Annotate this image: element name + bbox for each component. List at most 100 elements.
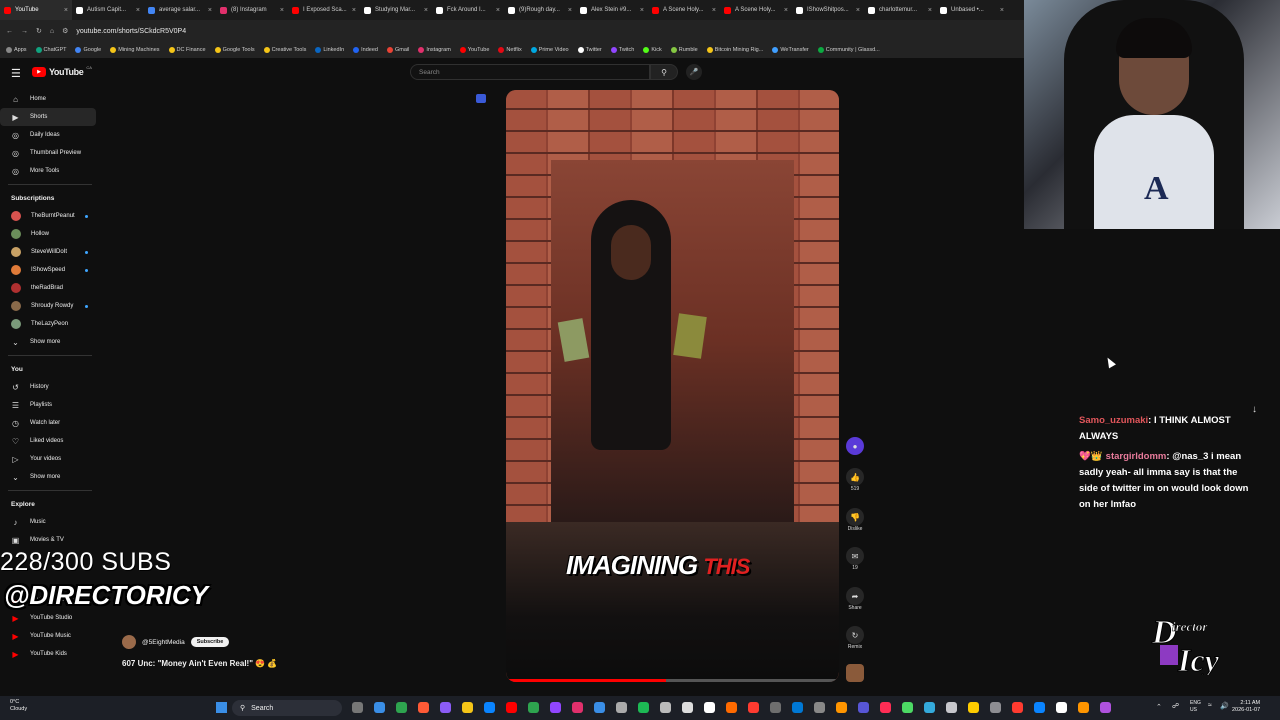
windows-start-icon[interactable] <box>216 702 227 713</box>
bookmark-item[interactable]: Netflix <box>498 47 522 53</box>
sidebar-item[interactable]: ◎ More Tools <box>0 162 96 180</box>
bookmark-item[interactable]: Apps <box>6 47 27 53</box>
wifi-icon[interactable]: ≈ <box>1208 702 1212 709</box>
chat-username[interactable]: Samo_uzumaki <box>1079 415 1148 426</box>
tab-close-icon[interactable]: × <box>1000 7 1004 14</box>
url-field[interactable]: youtube.com/shorts/SCkdcR5V0P4 <box>76 28 186 35</box>
sidebar-item[interactable]: ▣ Movies & TV <box>0 531 96 549</box>
taskbar-app-icon[interactable] <box>638 702 649 713</box>
tab-close-icon[interactable]: × <box>856 7 860 14</box>
system-clock[interactable]: 2:11 AM 2026-01-07 <box>1232 700 1260 714</box>
menu-icon[interactable]: ☰ <box>11 67 21 80</box>
network-icon[interactable]: ☍ <box>1172 702 1179 710</box>
taskbar-app-icon[interactable] <box>352 702 363 713</box>
browser-tab[interactable]: YouTube × <box>0 0 72 20</box>
taskbar-app-icon[interactable] <box>462 702 473 713</box>
you-heading[interactable]: You <box>0 360 104 378</box>
taskbar-app-icon[interactable] <box>968 702 979 713</box>
taskbar-app-icon[interactable] <box>1100 702 1111 713</box>
taskbar-app-icon[interactable] <box>572 702 583 713</box>
taskbar-app-icon[interactable] <box>484 702 495 713</box>
bookmark-item[interactable]: WeTransfer <box>772 47 809 53</box>
browser-tab[interactable]: A Scene Holy... × <box>648 0 720 20</box>
sidebar-youtube-app-item[interactable]: ▶ YouTube Kids <box>0 645 96 663</box>
youtube-logo[interactable]: ▶ YouTube CA <box>32 65 92 77</box>
back-icon[interactable]: ← <box>6 28 13 35</box>
show-more-button[interactable]: ⌄ Show more <box>0 468 96 486</box>
browser-tab[interactable]: Alex Stein #9... × <box>576 0 648 20</box>
sidebar-subscription-item[interactable]: SteveWillDoIt <box>0 243 96 261</box>
taskbar-search[interactable]: ⚲ Search <box>232 700 342 716</box>
tab-close-icon[interactable]: × <box>208 7 212 14</box>
taskbar-app-icon[interactable] <box>880 702 891 713</box>
browser-tab[interactable]: Unbased •... × <box>936 0 1008 20</box>
bookmark-item[interactable]: Bitcoin Mining Rig... <box>706 47 763 53</box>
browser-tab[interactable]: I Exposed Sca... × <box>288 0 360 20</box>
sidebar-subscription-item[interactable]: Hollow <box>0 225 96 243</box>
extension-icon[interactable] <box>476 94 486 103</box>
tab-close-icon[interactable]: × <box>568 7 572 14</box>
taskbar-app-icon[interactable] <box>418 702 429 713</box>
tray-chevron-icon[interactable]: ⌃ <box>1156 703 1162 711</box>
site-info-icon[interactable]: ⚙ <box>62 27 68 35</box>
taskbar-app-icon[interactable] <box>946 702 957 713</box>
weather-widget[interactable]: 0°C Cloudy <box>10 699 27 713</box>
bookmark-item[interactable]: Gmail <box>386 47 409 53</box>
taskbar-app-icon[interactable] <box>682 702 693 713</box>
tab-close-icon[interactable]: × <box>64 7 68 14</box>
bookmark-item[interactable]: Mining Machines <box>110 47 160 53</box>
search-button[interactable]: ⚲ <box>650 64 678 80</box>
language-indicator[interactable]: ENG US <box>1190 700 1201 714</box>
video-title[interactable]: 607 Unc: "Money Ain't Even Real!" 😍 💰 <box>122 659 277 668</box>
sidebar-subscription-item[interactable]: TheLazyPeon <box>0 315 96 333</box>
taskbar-app-icon[interactable] <box>1012 702 1023 713</box>
taskbar-app-icon[interactable] <box>594 702 605 713</box>
sidebar-youtube-app-item[interactable]: ▶ YouTube Studio <box>0 609 96 627</box>
video-progress-bar[interactable] <box>506 679 839 682</box>
sidebar-youtube-app-item[interactable]: ▶ YouTube Music <box>0 627 96 645</box>
bookmark-item[interactable]: YouTube <box>459 47 489 53</box>
browser-tab[interactable]: A Scene Holy... × <box>720 0 792 20</box>
taskbar-app-icon[interactable] <box>704 702 715 713</box>
bookmark-item[interactable]: Google Tools <box>214 47 255 53</box>
taskbar-app-icon[interactable] <box>814 702 825 713</box>
taskbar-app-icon[interactable] <box>770 702 781 713</box>
tab-close-icon[interactable]: × <box>640 7 644 14</box>
sidebar-item[interactable]: ◷ Watch later <box>0 414 96 432</box>
channel-name[interactable]: @5EightMedia <box>142 639 185 646</box>
tab-close-icon[interactable]: × <box>280 7 284 14</box>
taskbar-app-icon[interactable] <box>1034 702 1045 713</box>
bookmark-item[interactable]: Twitch <box>610 47 634 53</box>
taskbar-app-icon[interactable] <box>660 702 671 713</box>
like-button[interactable]: 👍 519 <box>845 468 865 492</box>
comments-button[interactable]: ✉ 19 <box>845 547 865 571</box>
channel-avatar[interactable] <box>122 635 136 649</box>
browser-tab[interactable]: charlottemur... × <box>864 0 936 20</box>
taskbar-app-icon[interactable] <box>1056 702 1067 713</box>
taskbar-app-icon[interactable] <box>440 702 451 713</box>
chat-username[interactable]: stargirldomm <box>1106 451 1167 462</box>
sidebar-item[interactable]: ♡ Liked videos <box>0 432 96 450</box>
bookmark-item[interactable]: Instagram <box>418 47 451 53</box>
home-icon[interactable]: ⌂ <box>50 28 54 35</box>
volume-icon[interactable]: 🔊 <box>1220 702 1229 710</box>
short-video-player[interactable]: IMAGINING THIS <box>506 90 839 682</box>
browser-tab[interactable]: Studying Mar... × <box>360 0 432 20</box>
sidebar-item[interactable]: ⌂ Home <box>0 90 96 108</box>
sidebar-subscription-item[interactable]: TheBurntPeanut <box>0 207 96 225</box>
channel-avatar-small[interactable]: ● <box>845 437 865 455</box>
taskbar-app-icon[interactable] <box>528 702 539 713</box>
tab-close-icon[interactable]: × <box>784 7 788 14</box>
sound-thumbnail[interactable] <box>846 664 864 682</box>
tab-close-icon[interactable]: × <box>712 7 716 14</box>
browser-tab[interactable]: Autism Capit... × <box>72 0 144 20</box>
sidebar-subscription-item[interactable]: Shroudy Rowdy <box>0 297 96 315</box>
bookmark-item[interactable]: Indeed <box>353 47 378 53</box>
taskbar-app-icon[interactable] <box>748 702 759 713</box>
taskbar-app-icon[interactable] <box>506 702 517 713</box>
browser-tab[interactable]: Fck Around I... × <box>432 0 504 20</box>
taskbar-app-icon[interactable] <box>550 702 561 713</box>
taskbar-app-icon[interactable] <box>858 702 869 713</box>
show-more-button[interactable]: ⌄ Show more <box>0 333 96 351</box>
bookmark-item[interactable]: Rumble <box>670 47 698 53</box>
